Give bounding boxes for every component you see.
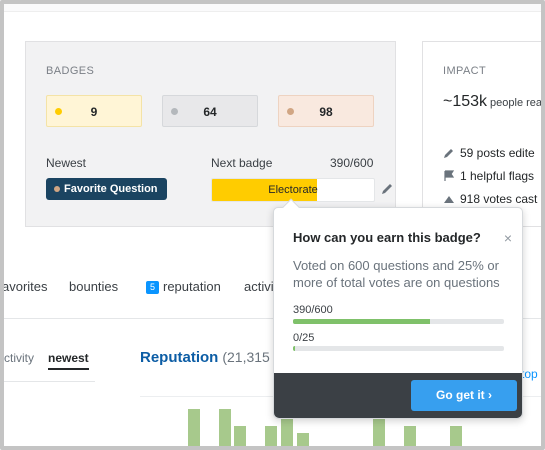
close-icon[interactable]: × bbox=[504, 230, 512, 246]
chart-bar bbox=[450, 426, 462, 450]
next-badge-label: Next badge bbox=[211, 156, 273, 170]
next-badge-bar[interactable]: Electorate bbox=[211, 178, 375, 202]
impact-heading: IMPACT bbox=[443, 65, 487, 77]
newest-badge-name: Favorite Question bbox=[64, 183, 158, 195]
reputation-heading[interactable]: Reputation (21,315 bbox=[140, 349, 270, 366]
progress-votes-label: 390/600 bbox=[293, 304, 333, 316]
subtab-newest[interactable]: newest bbox=[48, 351, 89, 370]
progress-questions-label: 0/25 bbox=[293, 332, 315, 344]
chart-bar bbox=[219, 409, 231, 450]
top-link[interactable]: top bbox=[521, 367, 538, 381]
popover-title: How can you earn this badge? bbox=[293, 230, 481, 245]
badges-heading: BADGES bbox=[46, 65, 95, 77]
pencil-icon bbox=[444, 149, 453, 158]
chart-bar bbox=[265, 426, 277, 450]
newest-badge-tag[interactable]: Favorite Question bbox=[46, 178, 167, 200]
helpful-flags-text: 1 helpful flags bbox=[460, 169, 535, 183]
votes-cast-row: 918 votes cast bbox=[443, 192, 537, 206]
progress-votes-fill bbox=[293, 319, 431, 324]
popover-description: Voted on 600 questions and 25% or more o… bbox=[293, 258, 500, 290]
top-bar bbox=[0, 0, 545, 12]
badge-popover: How can you earn this badge? × Voted on … bbox=[273, 198, 523, 419]
reputation-count-badge: 5 bbox=[146, 281, 159, 294]
popover-footer: Go get it › bbox=[274, 373, 522, 418]
upvote-icon bbox=[444, 196, 454, 203]
progress-questions-fill bbox=[293, 346, 295, 351]
helpful-flags-row: 1 helpful flags bbox=[443, 169, 534, 183]
impact-sub: people rea bbox=[490, 97, 543, 109]
bronze-dot-icon bbox=[54, 186, 60, 192]
impact-panel: IMPACT ~153k people rea 59 posts edite 1 … bbox=[422, 41, 545, 227]
chart-bar bbox=[404, 426, 416, 450]
impact-value: ~153k people rea bbox=[443, 93, 542, 111]
silver-count: 64 bbox=[203, 105, 217, 119]
votes-cast-text: 918 votes cast bbox=[460, 192, 538, 206]
progress-votes-track bbox=[293, 319, 504, 324]
impact-number: ~153k bbox=[443, 93, 488, 110]
chart-bar bbox=[373, 417, 385, 450]
chart-bar bbox=[281, 417, 293, 450]
tab-favorites[interactable]: avorites bbox=[2, 279, 48, 294]
posts-edited-text: 59 posts edite bbox=[460, 146, 535, 160]
tab-bounties[interactable]: bounties bbox=[69, 279, 118, 294]
reputation-count: (21,315 bbox=[222, 349, 270, 365]
subtab-divider bbox=[0, 381, 95, 382]
chart-bar bbox=[188, 409, 200, 450]
chart-bar bbox=[234, 426, 246, 450]
gold-badge-count[interactable]: 9 bbox=[46, 95, 142, 127]
tab-reputation[interactable]: 5 reputation bbox=[146, 279, 221, 294]
bronze-count: 98 bbox=[319, 105, 333, 119]
reputation-title: Reputation bbox=[140, 349, 219, 366]
newest-label: Newest bbox=[46, 156, 87, 170]
go-get-it-button[interactable]: Go get it › bbox=[411, 380, 517, 411]
badges-panel: BADGES 9 64 98 Newest Favorite Question … bbox=[25, 41, 396, 227]
bronze-badge-count[interactable]: 98 bbox=[278, 95, 374, 127]
subtab-activity[interactable]: ctivity bbox=[4, 351, 34, 365]
tab-reputation-label: reputation bbox=[163, 279, 221, 294]
silver-badge-count[interactable]: 64 bbox=[162, 95, 258, 127]
progress-questions-track bbox=[293, 346, 504, 351]
next-badge-progress-text: 390/600 bbox=[330, 156, 374, 170]
flag-icon bbox=[444, 170, 455, 181]
posts-edited-row: 59 posts edite bbox=[443, 146, 535, 160]
tab-activity[interactable]: activi bbox=[244, 279, 274, 294]
next-badge-name: Electorate bbox=[268, 184, 318, 196]
pencil-icon[interactable] bbox=[380, 182, 394, 196]
chart-bar bbox=[297, 433, 309, 450]
gold-count: 9 bbox=[90, 105, 98, 119]
